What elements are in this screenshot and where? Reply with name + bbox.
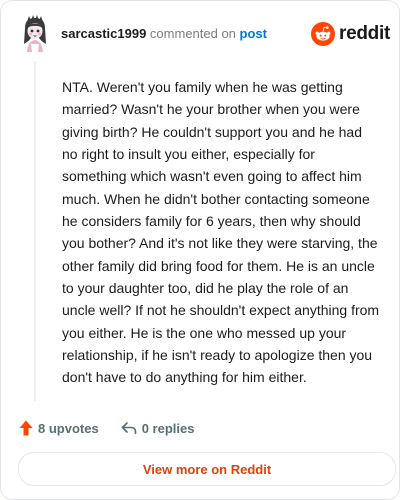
reply-arrow-icon — [121, 422, 136, 435]
comment-card: sarcastic1999 commented on post reddit N… — [0, 0, 400, 500]
comment-actions: 8 upvotes 0 replies — [19, 417, 194, 439]
comment-body: NTA. Weren't you family when he was gett… — [62, 79, 380, 386]
upvote-arrow-icon — [19, 420, 33, 436]
user-avatar[interactable] — [17, 14, 53, 52]
reddit-snoo-icon — [311, 22, 335, 46]
upvote-count: 8 upvotes — [38, 420, 99, 436]
avatar-illustration-icon — [24, 15, 46, 52]
comment-header: sarcastic1999 commented on post — [61, 26, 267, 42]
post-link[interactable]: post — [240, 26, 267, 41]
thread-line[interactable] — [34, 61, 36, 401]
reply-count: 0 replies — [141, 420, 195, 436]
view-more-button[interactable]: View more on Reddit — [18, 452, 396, 486]
reply-button[interactable]: 0 replies — [121, 420, 195, 436]
upvote-button[interactable]: 8 upvotes — [19, 420, 99, 436]
reddit-wordmark: reddit — [339, 23, 390, 44]
commented-on-text: commented on — [146, 26, 240, 41]
reddit-logo[interactable]: reddit — [311, 21, 390, 47]
username-link[interactable]: sarcastic1999 — [61, 26, 146, 41]
